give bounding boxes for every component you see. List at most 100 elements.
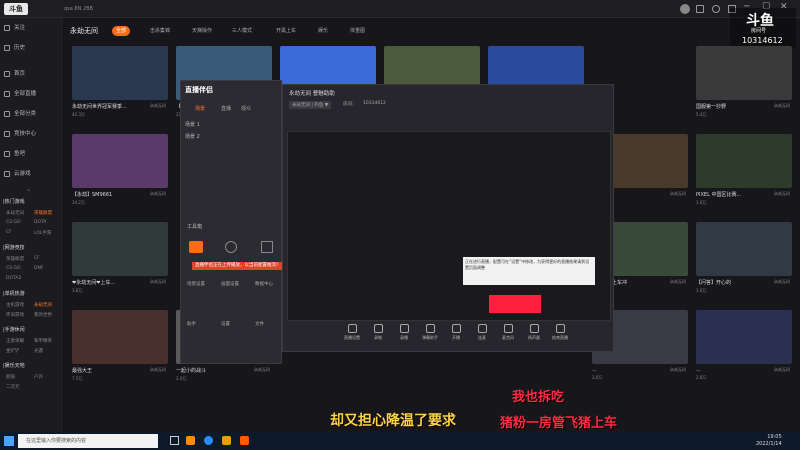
- tab-scene[interactable]: 场景: [195, 105, 205, 112]
- stream-title[interactable]: PIXEL 中国区比赛...: [696, 191, 766, 198]
- tab-all[interactable]: 全部: [112, 26, 131, 36]
- stream-title[interactable]: ...: [696, 367, 766, 373]
- gift-icon[interactable]: [696, 5, 704, 13]
- live-control-button[interactable]: 录制: [366, 324, 390, 341]
- category-select[interactable]: 永劫无间 | 钓鱼 ▼: [289, 101, 332, 109]
- stream-title[interactable]: ❤永劫无间❤上车...: [72, 279, 142, 286]
- tool-label[interactable]: 设置: [221, 321, 230, 327]
- sidebar-item-categories[interactable]: 全部分类: [4, 108, 60, 120]
- stream-title[interactable]: 【问答】开心的: [696, 279, 766, 286]
- tab-ladder[interactable]: 天梯操作: [188, 26, 216, 36]
- tab-team[interactable]: 开黑上车: [272, 26, 300, 36]
- stream-thumbnail[interactable]: [72, 46, 168, 100]
- collapse-chevron-icon[interactable]: ⌄: [26, 186, 31, 193]
- stream-card[interactable]: 永劫无间世界冠军赛季... 永劫无间 42.3万: [72, 46, 168, 118]
- sidebar-item-yuba[interactable]: 鱼吧: [4, 148, 60, 160]
- stream-title[interactable]: 国服第一抄野: [696, 103, 766, 110]
- settings-icon[interactable]: [261, 241, 273, 253]
- windows-start-icon[interactable]: [4, 436, 14, 446]
- sub-link[interactable]: 永劫无间: [6, 210, 24, 216]
- stream-title[interactable]: ...: [592, 367, 662, 373]
- tab-live[interactable]: 直播: [221, 105, 231, 112]
- sub-link[interactable]: 主机游戏: [6, 302, 24, 308]
- tab-trio[interactable]: 三人模式: [228, 26, 256, 36]
- stream-thumbnail[interactable]: [696, 134, 792, 188]
- sub-link[interactable]: 金铲铲: [6, 348, 20, 354]
- folder-icon[interactable]: [222, 436, 231, 445]
- camera-icon[interactable]: [189, 241, 203, 253]
- stream-preview[interactable]: [287, 131, 611, 321]
- live-control-button[interactable]: 扬声器: [522, 324, 546, 341]
- avatar[interactable]: [680, 4, 690, 14]
- stream-thumbnail[interactable]: [696, 310, 792, 364]
- stream-title[interactable]: 永劫无间世界冠军赛季...: [72, 103, 142, 110]
- sub-link[interactable]: 我的世界: [34, 312, 52, 318]
- stream-card[interactable]: 【永劫】SM9661 永劫无间 14.2万: [72, 134, 168, 206]
- sidebar-item-cloudgame[interactable]: 云游戏: [4, 168, 60, 180]
- taskbar-search[interactable]: 在这里输入你要搜索的内容: [18, 434, 158, 448]
- scene-item[interactable]: 场景 2: [185, 133, 200, 140]
- stream-thumbnail[interactable]: [72, 134, 168, 188]
- sub-link[interactable]: CF: [34, 256, 40, 261]
- sidebar-item-all-live[interactable]: 全部直播: [4, 88, 60, 100]
- stream-thumbnail[interactable]: [72, 222, 168, 276]
- sub-link[interactable]: 光遇: [34, 348, 43, 354]
- live-control-button[interactable]: 直播设置: [340, 324, 364, 341]
- sub-link[interactable]: CS:GO: [6, 266, 21, 271]
- tab-fun[interactable]: 娱乐: [314, 26, 332, 36]
- douyu-taskbar-icon[interactable]: [240, 436, 249, 445]
- stream-thumbnail[interactable]: [696, 46, 792, 100]
- stream-thumbnail[interactable]: [696, 222, 792, 276]
- sub-link[interactable]: LOL手游: [34, 230, 51, 236]
- live-control-button[interactable]: 麦克风: [496, 324, 520, 341]
- app-icon[interactable]: [186, 436, 195, 445]
- tool-label[interactable]: 助手: [187, 321, 196, 327]
- sub-link[interactable]: CS:GO: [6, 220, 21, 225]
- tool-label[interactable]: 文件: [255, 321, 264, 327]
- tab-audience[interactable]: 观众: [241, 105, 251, 112]
- live-control-button[interactable]: 连麦: [470, 324, 494, 341]
- sub-link[interactable]: 英雄联盟: [6, 256, 24, 262]
- sidebar-item-history[interactable]: 历史: [4, 42, 60, 54]
- stream-thumbnail[interactable]: [72, 310, 168, 364]
- stream-card[interactable]: 【问答】开心的 永劫无间 1.0万: [696, 222, 792, 294]
- stream-title[interactable]: 最强大王: [72, 367, 142, 374]
- stream-card[interactable]: 最强大王 永劫无间 7.5万: [72, 310, 168, 382]
- sidebar-item-follow[interactable]: 关注: [4, 22, 60, 34]
- sub-link[interactable]: 二次元: [6, 384, 20, 390]
- search-input[interactable]: qsa 8N 2BB: [64, 4, 124, 14]
- stream-card[interactable]: ... 永劫无间 2.8万: [696, 310, 792, 381]
- live-control-button[interactable]: 录播: [392, 324, 416, 341]
- douyu-logo[interactable]: 斗鱼: [4, 3, 28, 15]
- sub-link[interactable]: DOTA: [34, 220, 47, 225]
- download-icon[interactable]: [712, 5, 720, 13]
- sub-link[interactable]: DOTA2: [6, 276, 21, 281]
- live-control-button[interactable]: 开播: [444, 324, 468, 341]
- mic-icon[interactable]: [225, 241, 237, 253]
- sub-link[interactable]: 颜值: [6, 374, 15, 380]
- stream-card[interactable]: ❤永劫无间❤上车... 永劫无间 3.8万: [72, 222, 168, 294]
- edge-icon[interactable]: [204, 436, 213, 445]
- sub-link[interactable]: DNF: [34, 266, 43, 271]
- sub-link[interactable]: 英雄联盟: [34, 210, 52, 216]
- stream-card[interactable]: 国服第一抄野 永劫无间 5.4万: [696, 46, 792, 118]
- sidebar-item-home[interactable]: 首页: [4, 68, 60, 80]
- sub-link[interactable]: 王者荣耀: [6, 338, 24, 344]
- sub-link[interactable]: 永劫无间: [34, 302, 52, 308]
- tab-kill[interactable]: 击杀集锦: [146, 26, 174, 36]
- tool-label[interactable]: 场景设置: [187, 281, 205, 287]
- stream-title[interactable]: 【永劫】SM9661: [72, 191, 142, 198]
- sub-link[interactable]: CF: [6, 230, 12, 235]
- tool-label[interactable]: 数据中心: [255, 281, 273, 287]
- sub-link[interactable]: 户外: [34, 374, 43, 380]
- stream-title[interactable]: 一起小的战斗: [176, 367, 246, 374]
- sub-link[interactable]: 和平精英: [34, 338, 52, 344]
- tab-weight[interactable]: 体重图: [346, 26, 369, 36]
- live-control-button[interactable]: 结束直播: [548, 324, 572, 341]
- taskview-icon[interactable]: [170, 436, 179, 445]
- live-control-button[interactable]: 弹幕助手: [418, 324, 442, 341]
- tool-label[interactable]: 画面设置: [221, 281, 239, 287]
- scene-item[interactable]: 场景 1: [185, 121, 200, 128]
- sidebar-item-esports[interactable]: 竞技中心: [4, 128, 60, 140]
- stream-card[interactable]: PIXEL 中国区比赛... 永劫无间 1.0万: [696, 134, 792, 206]
